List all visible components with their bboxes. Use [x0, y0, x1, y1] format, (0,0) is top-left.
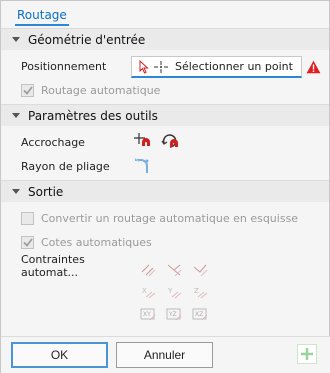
bend-radius-label: Rayon de pliage	[21, 159, 110, 173]
z-constraint-icon[interactable]: Z	[187, 281, 213, 303]
cursor-arrow-icon	[139, 59, 149, 74]
snap-row: Accrochage	[1, 130, 329, 154]
tab-bar: Routage	[1, 1, 329, 28]
tab-routage[interactable]: Routage	[15, 6, 69, 26]
parallel-icon[interactable]	[135, 259, 161, 281]
coincident-icon[interactable]	[187, 259, 213, 281]
dialog-footer: OK Annuler	[1, 336, 330, 373]
auto-dims-row: Cotes automatiques	[1, 230, 329, 254]
snap-rotate-icon[interactable]	[161, 132, 179, 153]
convert-checkbox[interactable]	[21, 211, 34, 225]
xy-plane-icon[interactable]: XY	[135, 303, 161, 325]
svg-text:Y: Y	[167, 287, 173, 295]
svg-text:XY: XY	[143, 311, 151, 318]
snap-point-icon[interactable]	[133, 132, 151, 153]
auto-routing-checkbox[interactable]	[21, 83, 34, 97]
add-icon[interactable]	[297, 344, 317, 364]
x-constraint-icon[interactable]: X	[135, 281, 161, 303]
cancel-button[interactable]: Annuler	[116, 342, 213, 368]
section-title: Paramètres des outils	[28, 108, 158, 123]
section-body-tool-params: Accrochage Rayon de pliage	[1, 126, 329, 180]
section-title: Géométrie d'entrée	[28, 32, 146, 47]
constraints-label: Contraintes automat...	[21, 253, 85, 279]
positioning-label: Positionnement	[21, 59, 107, 73]
constraint-icon-grid: X Y Z XY YZ XZ	[135, 259, 215, 325]
crosshair-point-icon	[154, 60, 168, 73]
auto-routing-row: Routage automatique	[1, 78, 329, 102]
bend-radius-row: Rayon de pliage	[1, 154, 329, 178]
xz-plane-icon[interactable]: XZ	[187, 303, 213, 325]
auto-dims-checkbox[interactable]	[21, 235, 34, 249]
y-constraint-icon[interactable]: Y	[161, 281, 187, 303]
svg-text:YZ: YZ	[168, 311, 177, 318]
svg-text:Z: Z	[194, 287, 199, 295]
chevron-down-icon	[12, 113, 20, 118]
section-header-input-geometry[interactable]: Géométrie d'entrée	[1, 28, 329, 50]
section-title: Sortie	[28, 184, 64, 199]
auto-routing-label: Routage automatique	[41, 83, 161, 97]
point-selector[interactable]: Sélectionner un point	[131, 56, 302, 78]
section-header-tool-params[interactable]: Paramètres des outils	[1, 104, 329, 126]
bend-radius-icon[interactable]	[133, 156, 151, 177]
warning-icon	[306, 60, 321, 74]
auto-dims-label: Cotes automatiques	[41, 235, 152, 249]
convert-label: Convertir un routage automatique en esqu…	[41, 211, 299, 225]
chevron-down-icon	[12, 189, 20, 194]
select-point-placeholder: Sélectionner un point	[175, 60, 293, 73]
svg-text:XZ: XZ	[195, 311, 203, 318]
snap-label: Accrochage	[21, 135, 85, 149]
yz-plane-icon[interactable]: YZ	[161, 303, 187, 325]
convert-row: Convertir un routage automatique en esqu…	[1, 206, 329, 230]
ok-button[interactable]: OK	[11, 342, 108, 368]
routage-dialog: Routage Géométrie d'entrée Positionnemen…	[0, 0, 330, 373]
chevron-down-icon	[12, 37, 20, 42]
section-header-output[interactable]: Sortie	[1, 180, 329, 202]
perpendicular-icon[interactable]	[161, 259, 187, 281]
svg-text:X: X	[142, 287, 147, 295]
